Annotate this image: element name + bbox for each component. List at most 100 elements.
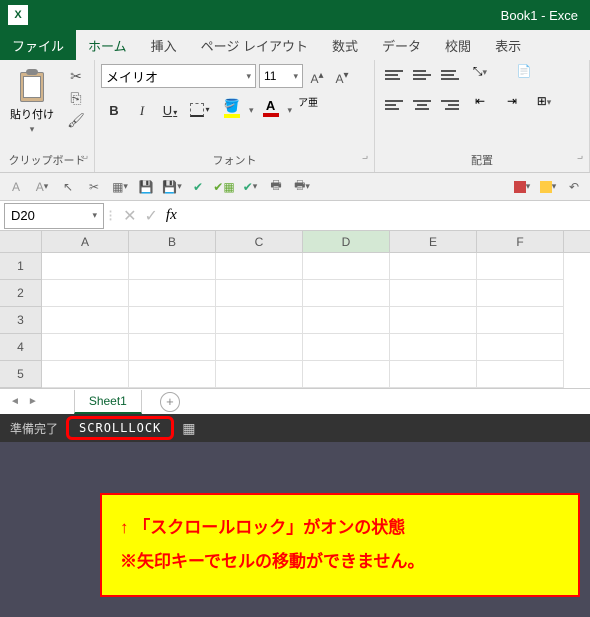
cell[interactable] (390, 361, 477, 388)
enter-formula-button[interactable]: ✓ (145, 206, 158, 226)
qat-save2[interactable]: 💾▾ (162, 177, 182, 197)
format-painter-button[interactable]: 🖌 (66, 112, 86, 130)
cell[interactable] (129, 361, 216, 388)
tab-file[interactable]: ファイル (0, 30, 76, 60)
cell[interactable] (303, 361, 390, 388)
bold-button[interactable]: B (101, 98, 127, 122)
cancel-formula-button[interactable]: ✕ (123, 206, 136, 226)
new-sheet-button[interactable]: + (160, 392, 180, 412)
record-macro-icon[interactable]: ▦ (182, 420, 195, 437)
cell[interactable] (303, 280, 390, 307)
align-bottom-button[interactable] (437, 64, 463, 86)
qat-check1[interactable]: ✔ (188, 177, 208, 197)
decrease-indent-button[interactable]: ⇤ (465, 94, 495, 116)
cell[interactable] (477, 334, 564, 361)
cell[interactable] (390, 253, 477, 280)
increase-indent-button[interactable]: ⇥ (497, 94, 527, 116)
qat-cursor[interactable]: ↖ (58, 177, 78, 197)
tab-view[interactable]: 表示 (483, 30, 533, 60)
cell[interactable] (42, 253, 129, 280)
row-header-5[interactable]: 5 (0, 361, 42, 388)
row-header-1[interactable]: 1 (0, 253, 42, 280)
cell[interactable] (42, 361, 129, 388)
qat-cut[interactable]: ✂ (84, 177, 104, 197)
cell[interactable] (129, 253, 216, 280)
align-left-button[interactable] (381, 94, 407, 116)
qat-print2[interactable]: 🖶▾ (292, 177, 312, 197)
tab-review[interactable]: 校閲 (433, 30, 483, 60)
copy-button[interactable]: ⎘ (66, 90, 86, 108)
fx-button[interactable]: fx (166, 207, 177, 224)
select-all-corner[interactable] (0, 231, 42, 252)
cell[interactable] (42, 307, 129, 334)
tab-home[interactable]: ホーム (76, 30, 139, 60)
border-button[interactable] (185, 98, 215, 122)
cell[interactable] (477, 361, 564, 388)
qat-fill-yellow[interactable]: ▾ (538, 177, 558, 197)
cell[interactable] (303, 334, 390, 361)
col-header-e[interactable]: E (390, 231, 477, 252)
qat-save[interactable]: 💾 (136, 177, 156, 197)
align-center-button[interactable] (409, 94, 435, 116)
cell[interactable] (216, 253, 303, 280)
orientation-button[interactable]: ⤡▾ (465, 64, 495, 86)
cut-button[interactable]: ✂ (66, 68, 86, 86)
tab-formulas[interactable]: 数式 (320, 30, 370, 60)
cell[interactable] (42, 280, 129, 307)
row-header-2[interactable]: 2 (0, 280, 42, 307)
font-name-select[interactable]: メイリオ▾ (101, 64, 256, 88)
align-top-button[interactable] (381, 64, 407, 86)
qat-style-a2[interactable]: A▾ (32, 177, 52, 197)
increase-font-button[interactable]: A▴ (306, 65, 328, 87)
qat-check2[interactable]: ✔▦ (214, 177, 234, 197)
cell[interactable] (477, 280, 564, 307)
qat-fill-red[interactable]: ▾ (512, 177, 532, 197)
cell[interactable] (216, 280, 303, 307)
col-header-f[interactable]: F (477, 231, 564, 252)
col-header-d[interactable]: D (303, 231, 390, 252)
fill-color-button[interactable]: 🪣 (217, 98, 247, 122)
col-header-b[interactable]: B (129, 231, 216, 252)
paste-button[interactable]: 貼り付け ▾ (6, 64, 58, 139)
align-middle-button[interactable] (409, 64, 435, 86)
wrap-text-button[interactable]: 📄 (509, 64, 539, 86)
sheet-nav-prev[interactable]: ◄ (10, 396, 20, 407)
sheet-tab-1[interactable]: Sheet1 (74, 390, 142, 414)
qat-grid[interactable]: ▦▾ (110, 177, 130, 197)
row-header-3[interactable]: 3 (0, 307, 42, 334)
tab-data[interactable]: データ (370, 30, 433, 60)
name-box[interactable]: D20▾ (4, 203, 104, 229)
font-size-select[interactable]: 11▾ (259, 64, 303, 88)
font-color-button[interactable]: A (256, 98, 286, 122)
col-header-a[interactable]: A (42, 231, 129, 252)
cell[interactable] (216, 307, 303, 334)
cell[interactable] (477, 253, 564, 280)
cell[interactable] (390, 280, 477, 307)
qat-print[interactable]: 🖶 (266, 177, 286, 197)
cell[interactable] (42, 334, 129, 361)
decrease-font-button[interactable]: A▾ (331, 65, 353, 87)
qat-check3[interactable]: ✔▾ (240, 177, 260, 197)
cell[interactable] (216, 334, 303, 361)
worksheet-grid[interactable]: A B C D E F 1 2 3 4 5 (0, 231, 590, 388)
cell[interactable] (129, 280, 216, 307)
qat-undo[interactable]: ↶ (564, 177, 584, 197)
cell[interactable] (303, 253, 390, 280)
cell[interactable] (303, 307, 390, 334)
row-header-4[interactable]: 4 (0, 334, 42, 361)
sheet-nav-next[interactable]: ► (28, 396, 38, 407)
cell[interactable] (129, 334, 216, 361)
tab-page-layout[interactable]: ページ レイアウト (189, 30, 320, 60)
underline-button[interactable]: U (157, 98, 183, 122)
tab-insert[interactable]: 挿入 (139, 30, 189, 60)
col-header-c[interactable]: C (216, 231, 303, 252)
cell[interactable] (390, 307, 477, 334)
cell[interactable] (390, 334, 477, 361)
merge-button[interactable]: ⊞▾ (529, 94, 559, 116)
qat-style-a[interactable]: A (6, 177, 26, 197)
align-right-button[interactable] (437, 94, 463, 116)
cell[interactable] (129, 307, 216, 334)
cell[interactable] (477, 307, 564, 334)
italic-button[interactable]: I (129, 98, 155, 122)
cell[interactable] (216, 361, 303, 388)
